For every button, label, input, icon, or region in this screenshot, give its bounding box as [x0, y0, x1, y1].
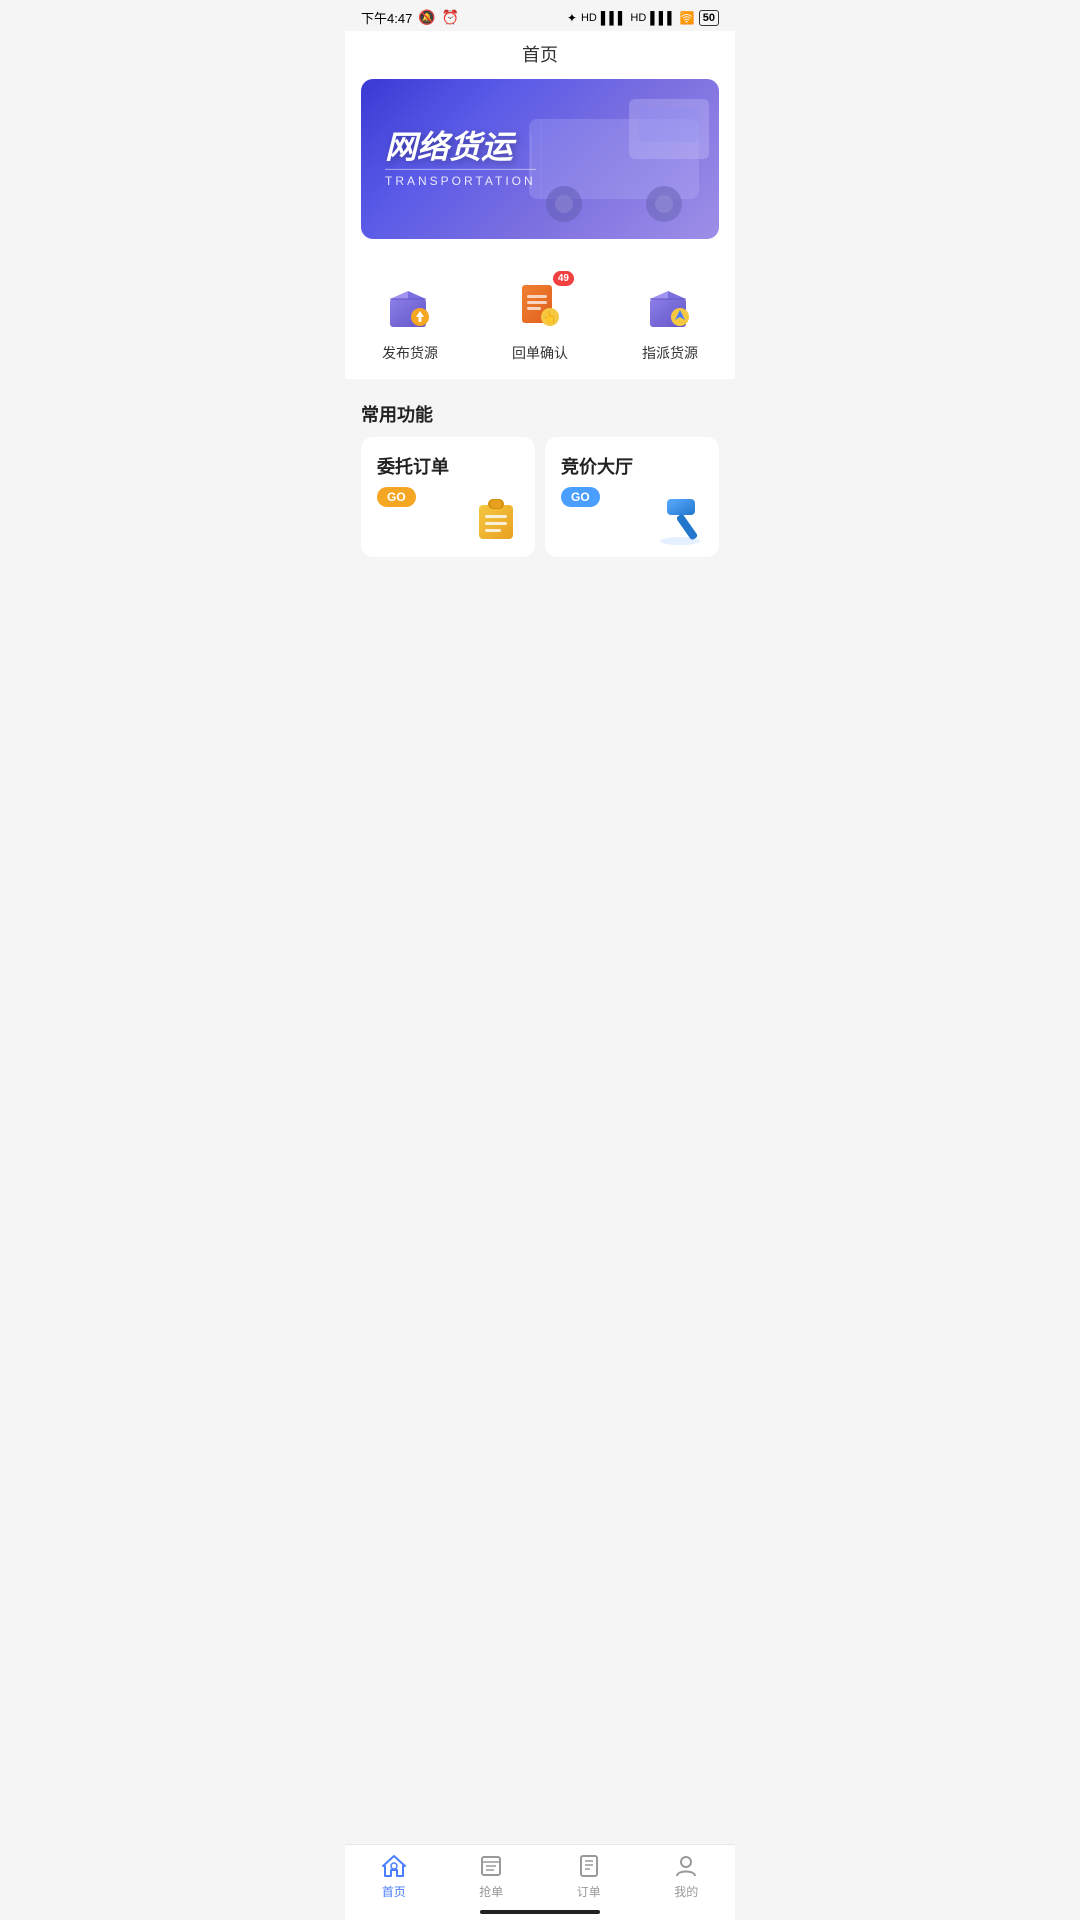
- banner: 网络货运 TRANSPORTATION: [361, 79, 719, 239]
- action-assign[interactable]: 指派货源: [640, 275, 700, 363]
- page-title: 首页: [345, 31, 735, 79]
- signal-hd1-icon: HD: [581, 12, 597, 24]
- bottom-indicator: [480, 1910, 600, 1914]
- auction-go-button[interactable]: GO: [561, 487, 600, 507]
- status-right: ✦ HD ▌▌▌ HD ▌▌▌ 🛜 50: [567, 10, 719, 26]
- auction-title: 竞价大厅: [561, 453, 703, 479]
- alarm-icon: ⏰: [442, 9, 459, 26]
- order-nav-icon: [576, 1853, 602, 1879]
- function-card-commission[interactable]: 委托订单 GO: [361, 437, 535, 557]
- bluetooth-icon: ✦: [567, 11, 577, 25]
- auction-icon: [653, 491, 707, 545]
- quick-actions: 发布货源 49 👆: [345, 255, 735, 379]
- publish-icon-wrap: [380, 275, 440, 335]
- action-confirm[interactable]: 49 👆 回单确认: [510, 275, 570, 363]
- function-grid: 委托订单 GO: [345, 437, 735, 557]
- mine-nav-label: 我的: [674, 1883, 698, 1900]
- section-title: 常用功能: [345, 385, 735, 437]
- commission-icon: [469, 491, 523, 545]
- assign-label: 指派货源: [642, 343, 698, 363]
- mine-nav-icon: [673, 1853, 699, 1879]
- action-publish[interactable]: 发布货源: [380, 275, 440, 363]
- publish-icon: [382, 277, 438, 333]
- nav-item-mine[interactable]: 我的: [638, 1853, 736, 1900]
- home-nav-label: 首页: [382, 1883, 406, 1900]
- nav-item-order[interactable]: 订单: [540, 1853, 638, 1900]
- battery-indicator: 50: [699, 10, 719, 26]
- status-time: 下午4:47: [361, 8, 412, 27]
- assign-icon: [642, 277, 698, 333]
- banner-text: 网络货运 TRANSPORTATION: [385, 130, 536, 188]
- status-left: 下午4:47 🔕 ⏰: [361, 8, 459, 27]
- svg-text:👆: 👆: [543, 311, 557, 324]
- nav-item-home[interactable]: 首页: [345, 1853, 443, 1900]
- signal-hd2-icon: HD: [630, 12, 646, 24]
- commission-title: 委托订单: [377, 453, 519, 479]
- confirm-label: 回单确认: [512, 343, 568, 363]
- banner-sub-text: TRANSPORTATION: [385, 169, 536, 188]
- banner-main-text: 网络货运: [385, 130, 536, 165]
- publish-label: 发布货源: [382, 343, 438, 363]
- wifi-icon: 🛜: [680, 11, 695, 25]
- grab-nav-label: 抢单: [479, 1883, 503, 1900]
- nav-item-grab[interactable]: 抢单: [443, 1853, 541, 1900]
- assign-icon-wrap: [640, 275, 700, 335]
- signal-bars2-icon: ▌▌▌: [650, 11, 676, 25]
- grab-nav-icon: [478, 1853, 504, 1879]
- confirm-icon-wrap: 49 👆: [510, 275, 570, 335]
- confirm-badge: 49: [553, 271, 574, 286]
- order-nav-label: 订单: [577, 1883, 601, 1900]
- silent-icon: 🔕: [418, 9, 435, 26]
- signal-bars-icon: ▌▌▌: [601, 11, 627, 25]
- home-nav-icon: [381, 1853, 407, 1879]
- commission-go-button[interactable]: GO: [377, 487, 416, 507]
- bottom-nav: 首页 抢单 订单: [345, 1844, 735, 1920]
- status-bar: 下午4:47 🔕 ⏰ ✦ HD ▌▌▌ HD ▌▌▌ 🛜 50: [345, 0, 735, 31]
- function-card-auction[interactable]: 竞价大厅 GO: [545, 437, 719, 557]
